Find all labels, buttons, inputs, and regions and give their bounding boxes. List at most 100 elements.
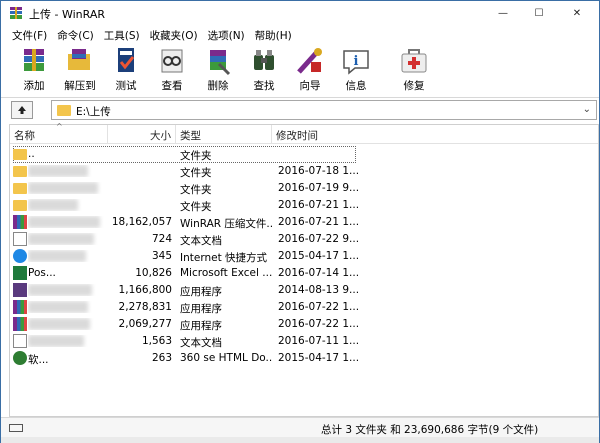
path-combobox[interactable]: E:\上传 ⌄ (51, 100, 597, 120)
test-button[interactable]: 测试 (103, 43, 149, 95)
toolbar: 添加 解压到 测试 查看 删除 查找 向导 i 信息 修复 (1, 43, 599, 95)
up-arrow-icon (18, 106, 26, 114)
repair-button[interactable]: 修复 (391, 43, 437, 95)
application-icon (13, 300, 27, 314)
text-document-icon (13, 334, 27, 348)
table-row[interactable]: 18,162,057 WinRAR 压缩文件... 2016-07-21 1..… (10, 214, 598, 231)
minimize-button[interactable]: — (487, 1, 519, 25)
file-type: Internet 快捷方式 (180, 252, 268, 264)
file-size: 345 (151, 250, 172, 262)
file-size: 2,069,277 (118, 318, 172, 330)
title-bar[interactable]: 上传 - WinRAR — ☐ ✕ (1, 1, 599, 25)
redacted-name (28, 250, 86, 262)
redacted-name (28, 318, 90, 330)
column-header-name[interactable]: 名称 ^ (10, 122, 108, 144)
file-type: 文本文档 (180, 337, 222, 349)
html-document-icon (13, 351, 27, 365)
menu-help[interactable]: 帮助(H) (250, 25, 297, 43)
file-type: 文本文档 (180, 235, 222, 247)
menu-commands[interactable]: 命令(C) (52, 25, 99, 43)
file-type: Microsoft Excel ... (180, 267, 272, 279)
wizard-button[interactable]: 向导 (287, 43, 333, 95)
svg-text:i: i (354, 54, 359, 69)
table-row[interactable]: .. 文件夹 (10, 146, 598, 163)
add-archive-icon (24, 49, 44, 71)
file-mtime: 2016-07-21 1... (278, 216, 358, 228)
file-mtime: 2016-07-11 1... (278, 335, 358, 347)
file-size: 263 (151, 352, 172, 364)
maximize-button[interactable]: ☐ (523, 1, 555, 25)
table-row[interactable]: 文件夹 2016-07-18 1... (10, 163, 598, 180)
repair-icon (401, 49, 427, 73)
redacted-name (28, 233, 94, 245)
add-label: 添加 (23, 80, 45, 92)
delete-button[interactable]: 删除 (195, 43, 241, 95)
file-name (28, 284, 108, 296)
up-folder-button[interactable] (11, 101, 33, 119)
view-button[interactable]: 查看 (149, 43, 195, 95)
minimize-icon: — (498, 7, 508, 19)
find-label: 查找 (253, 80, 275, 92)
table-row[interactable]: 2,278,831 应用程序 2016-07-22 1... (10, 299, 598, 316)
table-row[interactable]: 2,069,277 应用程序 2016-07-22 1... (10, 316, 598, 333)
file-type: 应用程序 (180, 320, 222, 332)
delete-icon (210, 50, 231, 76)
file-mtime: 2016-07-22 1... (278, 318, 358, 330)
table-row[interactable]: Pos... 10,826 Microsoft Excel ... 2016-0… (10, 265, 598, 282)
table-row[interactable]: 1,563 文本文档 2016-07-11 1... (10, 333, 598, 350)
close-button[interactable]: ✕ (561, 1, 593, 25)
address-bar: E:\上传 ⌄ (1, 97, 599, 121)
file-name (28, 165, 108, 177)
file-size: 724 (151, 233, 172, 245)
file-mtime: 2016-07-19 9... (278, 182, 358, 194)
wizard-label: 向导 (299, 80, 321, 92)
table-row[interactable]: 文件夹 2016-07-21 1... (10, 197, 598, 214)
redacted-name (28, 284, 92, 296)
find-button[interactable]: 查找 (241, 43, 287, 95)
file-list[interactable]: 名称 ^ 大小 类型 修改时间 .. 文件夹 文件夹 2016-07-18 1..… (9, 122, 599, 417)
menu-tools[interactable]: 工具(S) (99, 25, 145, 43)
menu-favorites[interactable]: 收藏夹(O) (145, 25, 203, 43)
menu-options[interactable]: 选项(N) (203, 25, 250, 43)
excel-icon (13, 266, 27, 280)
file-type: 应用程序 (180, 303, 222, 315)
extract-to-icon (68, 49, 90, 70)
menu-file[interactable]: 文件(F) (7, 25, 52, 43)
file-mtime: 2016-07-22 1... (278, 301, 358, 313)
extract-to-button[interactable]: 解压到 (57, 43, 103, 95)
table-row[interactable]: 1,166,800 应用程序 2014-08-13 9... (10, 282, 598, 299)
text-document-icon (13, 232, 27, 246)
winrar-app-icon (10, 7, 22, 19)
chevron-down-icon[interactable]: ⌄ (583, 104, 591, 115)
drive-icon[interactable] (9, 424, 23, 432)
sort-ascending-icon: ^ (56, 122, 63, 131)
file-name (28, 216, 108, 228)
redacted-name (28, 199, 78, 211)
info-icon: i (343, 50, 369, 75)
info-label: 信息 (345, 80, 367, 92)
status-bar: 总计 3 文件夹 和 23,690,686 字节(9 个文件) (1, 417, 599, 437)
column-header-modified[interactable]: 修改时间 (272, 125, 354, 144)
info-button[interactable]: i 信息 (333, 43, 379, 95)
test-label: 测试 (115, 80, 137, 92)
file-type: 文件夹 (180, 184, 212, 196)
file-name: 软... (28, 354, 49, 366)
file-size: 1,563 (141, 335, 172, 347)
file-type: 360 se HTML Do... (180, 352, 272, 364)
column-header-type[interactable]: 类型 (176, 125, 272, 144)
table-row[interactable]: 345 Internet 快捷方式 2015-04-17 1... (10, 248, 598, 265)
table-row[interactable]: 软... 263 360 se HTML Do... 2015-04-17 1.… (10, 350, 598, 367)
file-type: 文件夹 (180, 150, 212, 162)
table-row[interactable]: 724 文本文档 2016-07-22 9... (10, 231, 598, 248)
menu-bar: 文件(F) 命令(C) 工具(S) 收藏夹(O) 选项(N) 帮助(H) (1, 25, 599, 43)
window-title: 上传 - WinRAR (29, 8, 105, 21)
folder-icon (13, 183, 27, 194)
folder-icon (57, 105, 71, 116)
add-button[interactable]: 添加 (11, 43, 57, 95)
view-icon (161, 49, 183, 73)
file-type: WinRAR 压缩文件... (180, 218, 272, 230)
application-icon (13, 317, 27, 331)
folder-icon (13, 200, 27, 211)
column-header-size[interactable]: 大小 (108, 125, 176, 144)
table-row[interactable]: 文件夹 2016-07-19 9... (10, 180, 598, 197)
